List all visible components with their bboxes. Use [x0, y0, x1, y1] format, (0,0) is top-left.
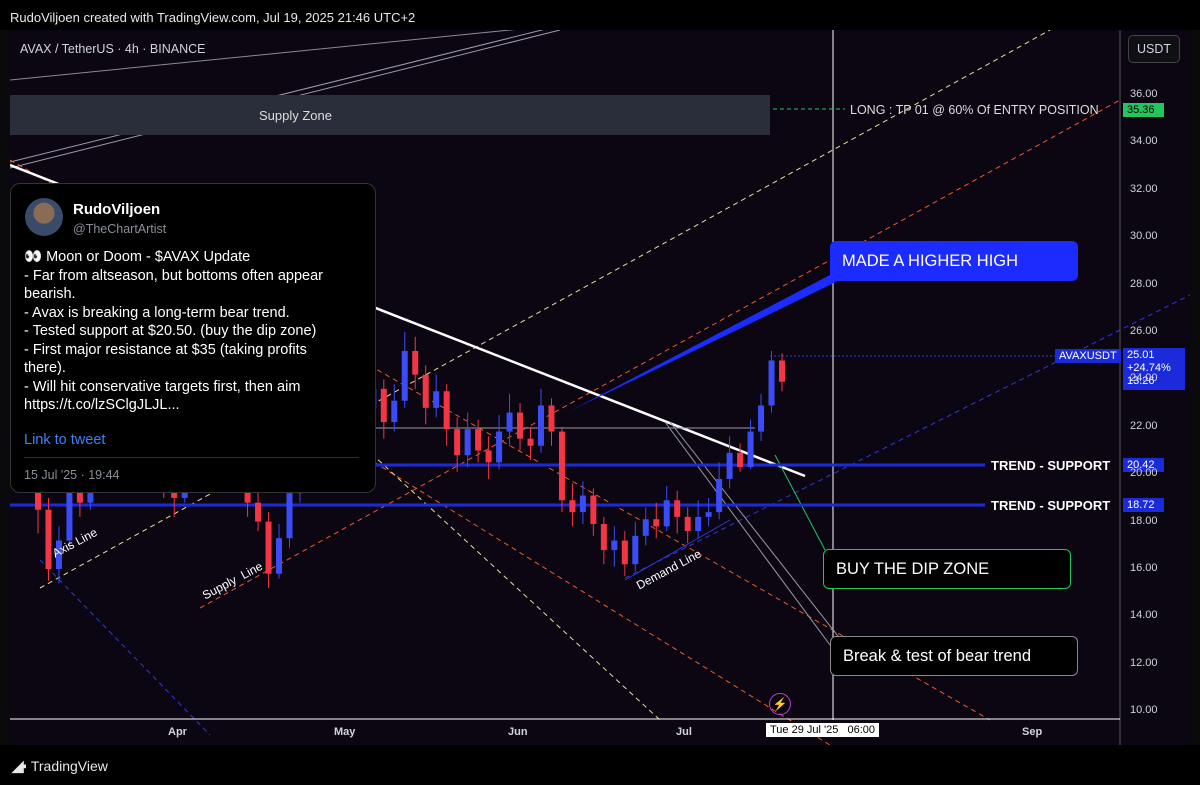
candle: [579, 481, 586, 524]
support-label-2: TREND - SUPPORT: [991, 498, 1111, 513]
tweet-line: there).: [24, 360, 66, 376]
y-tick-label: 36.00: [1130, 88, 1158, 100]
candle: [779, 353, 785, 392]
candle: [412, 336, 419, 389]
candle: [590, 488, 597, 536]
y-tick-label: 16.00: [1130, 562, 1158, 574]
candle: [674, 490, 681, 534]
buy-dip-callout[interactable]: BUY THE DIP ZONE: [823, 549, 1071, 589]
y-tick-label: 28.00: [1130, 277, 1158, 290]
tweet-line: - First major resistance at $35 (taking …: [24, 341, 307, 358]
candle: [485, 436, 492, 479]
candle: [527, 426, 534, 460]
tweet-handle: @TheChartArtist: [73, 222, 167, 236]
candle: [747, 419, 754, 470]
candle: [726, 436, 733, 489]
candle: [276, 523, 283, 579]
y-tick-label: 26.00: [1130, 325, 1158, 337]
candle: [768, 350, 775, 413]
candle: [401, 332, 408, 408]
candle: [663, 486, 670, 532]
header-text: RudoViljoen created with TradingView.com…: [10, 10, 416, 25]
candle: [716, 462, 723, 520]
candle: [632, 521, 639, 572]
link-to-tweet[interactable]: Link to tweet: [24, 432, 105, 448]
tweet-body: 👀 Moon or Doom - $AVAX Update - Far from…: [24, 248, 369, 415]
crosshair-date: Tue 29 Jul '25 06:00: [766, 723, 880, 737]
currency-button[interactable]: USDT: [1128, 35, 1180, 63]
candle: [537, 388, 544, 453]
bear-trend-callout[interactable]: Break & test of bear trend: [830, 636, 1078, 676]
higher-high-callout[interactable]: MADE A HIGHER HIGH: [830, 241, 1078, 281]
candle: [684, 507, 691, 543]
lightning-icon[interactable]: ⚡: [769, 693, 791, 715]
y-tick-label: 24.00: [1130, 372, 1158, 385]
candle: [443, 384, 450, 446]
supply-zone: [10, 95, 770, 135]
tweet-line: - Far from altseason, but bottoms often …: [24, 267, 324, 284]
support-tag-2: 18.72: [1123, 498, 1164, 512]
x-tick-label: Sep: [1022, 726, 1043, 738]
avatar: [25, 198, 63, 236]
candle: [496, 414, 503, 470]
candle: [758, 393, 765, 442]
candle: [653, 502, 660, 539]
tweet-line: - Avax is breaking a long-term bear tren…: [24, 304, 290, 321]
candle: [621, 531, 628, 577]
x-tick-label: Jun: [508, 726, 528, 738]
x-tick-label: May: [334, 726, 356, 738]
y-tick-label: 10.00: [1130, 704, 1158, 717]
candle: [642, 507, 649, 546]
y-tick-label: 14.00: [1130, 609, 1158, 622]
y-tick-label: 30.00: [1130, 230, 1158, 243]
candle: [569, 483, 576, 527]
tweet-line: - Will hit conservative targets first, t…: [24, 378, 301, 395]
last-price: 25.01: [1127, 349, 1155, 361]
support-label-1: TREND - SUPPORT: [991, 458, 1111, 473]
candle: [558, 426, 565, 513]
y-tick-label: 12.00: [1130, 656, 1158, 669]
candle: [433, 374, 440, 418]
tweet-card[interactable]: RudoViljoen @TheChartArtist 👀 Moon or Do…: [10, 183, 376, 493]
y-tick-label: 32.00: [1130, 182, 1158, 195]
tweet-line: bearish.: [24, 286, 76, 302]
tweet-divider: [24, 457, 359, 458]
y-tick-label: 18.00: [1130, 514, 1158, 527]
candle: [45, 497, 52, 581]
symbol-label: AVAX / TetherUS · 4h · BINANCE: [20, 42, 206, 56]
tp-price-tag: 35.36: [1123, 103, 1164, 117]
candle: [548, 398, 555, 446]
candle: [517, 403, 524, 451]
bottom-bar: ◢▪ TradingView: [0, 745, 1200, 785]
tweet-author: RudoViljoen: [73, 201, 161, 218]
supply-zone-label: Supply Zone: [259, 108, 332, 123]
tweet-line: - Tested support at $20.50. (buy the dip…: [24, 323, 317, 339]
chart-area[interactable]: AVAX / TetherUS · 4h · BINANCE USDT Supp…: [10, 30, 1190, 745]
candle: [600, 516, 607, 565]
symbol-price-tag: AVAXUSDT: [1055, 349, 1121, 363]
top-bar: RudoViljoen created with TradingView.com…: [0, 0, 1200, 30]
y-tick-label: 22.00: [1130, 419, 1158, 432]
candle: [737, 443, 744, 472]
tweet-line: 👀 Moon or Doom - $AVAX Update: [24, 249, 251, 265]
tp-label: LONG : TP 01 @ 60% Of ENTRY POSITION: [850, 103, 1099, 117]
tradingview-logo[interactable]: ◢▪ TradingView: [12, 757, 108, 775]
candle: [265, 512, 272, 588]
x-tick-label: Apr: [168, 726, 187, 738]
y-tick-label: 20.00: [1130, 467, 1158, 480]
candle: [611, 526, 618, 567]
y-tick-label: 34.00: [1130, 135, 1158, 148]
candle: [380, 379, 387, 439]
tv-brand-text: TradingView: [30, 758, 108, 774]
tweet-date: 15 Jul '25 · 19:44: [24, 468, 120, 482]
tweet-line: https://t.co/lzSClgJLJL...: [24, 397, 180, 413]
tv-logo-icon: ◢▪: [12, 758, 27, 775]
candle: [705, 497, 712, 527]
x-tick-label: Jul: [676, 726, 692, 738]
